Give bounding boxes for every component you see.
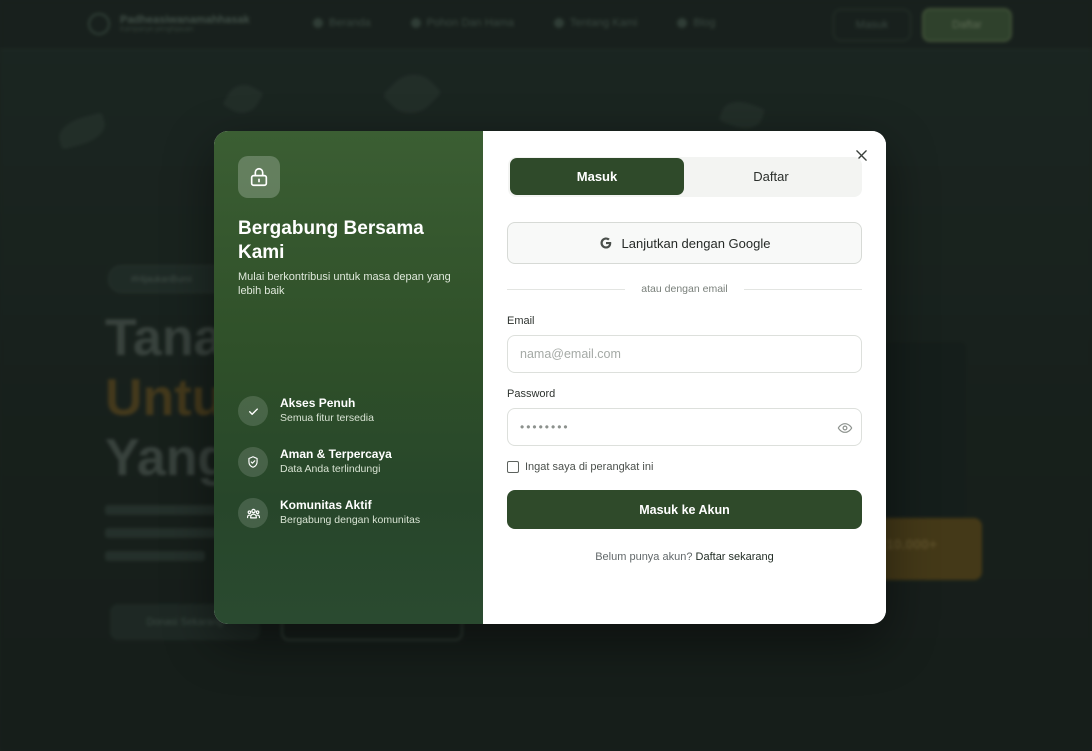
feature-title: Komunitas Aktif xyxy=(280,498,372,512)
remember-label: Ingat saya di perangkat ini xyxy=(525,461,654,473)
login-submit-button[interactable]: Masuk ke Akun xyxy=(507,490,862,529)
feature-item: Komunitas Aktif Bergabung dengan komunit… xyxy=(238,497,420,548)
remember-checkbox[interactable] xyxy=(507,461,519,473)
feature-title: Akses Penuh xyxy=(280,396,356,410)
auth-tabs: Masuk Daftar xyxy=(508,157,862,197)
google-button-label: Lanjutkan dengan Google xyxy=(621,235,771,251)
feature-desc: Semua fitur tersedia xyxy=(280,412,374,424)
signup-prompt-text: Belum punya akun? xyxy=(595,551,693,563)
feature-desc: Bergabung dengan komunitas xyxy=(280,514,421,526)
tab-login[interactable]: Masuk xyxy=(510,158,684,195)
email-label: Email xyxy=(507,315,535,327)
password-field[interactable] xyxy=(507,408,862,446)
community-icon xyxy=(238,498,268,528)
remember-me: Ingat saya di perangkat ini xyxy=(507,461,653,473)
auth-form-panel: Masuk Daftar Lanjutkan dengan Google ata… xyxy=(483,131,886,624)
google-login-button[interactable]: Lanjutkan dengan Google xyxy=(507,222,862,264)
side-panel-title: Bergabung Bersama Kami xyxy=(238,218,424,263)
modal-side-panel: Bergabung Bersama Kami Mulai berkontribu… xyxy=(214,131,483,624)
auth-modal: Bergabung Bersama Kami Mulai berkontribu… xyxy=(214,131,886,624)
email-field[interactable] xyxy=(507,335,862,373)
eye-icon[interactable] xyxy=(837,420,853,436)
password-label: Password xyxy=(507,388,556,400)
side-panel-subtitle: Mulai berkontribusi untuk masa depan yan… xyxy=(238,271,451,297)
signup-link[interactable]: Daftar sekarang xyxy=(696,551,774,563)
shield-check-icon xyxy=(238,447,268,477)
google-icon xyxy=(600,237,611,249)
check-icon xyxy=(238,396,268,426)
feature-item: Aman & Terpercaya Data Anda terlindungi xyxy=(238,446,420,497)
signup-prompt: Belum punya akun? Daftar sekarang xyxy=(507,551,862,563)
lock-icon xyxy=(238,156,280,198)
divider: atau dengan email xyxy=(507,282,862,296)
feature-title: Aman & Terpercaya xyxy=(280,447,392,461)
feature-desc: Data Anda terlindungi xyxy=(280,463,381,475)
feature-item: Akses Penuh Semua fitur tersedia xyxy=(238,395,420,446)
feature-list: Akses Penuh Semua fitur tersedia Aman & … xyxy=(238,395,420,548)
tab-register[interactable]: Daftar xyxy=(684,158,858,195)
